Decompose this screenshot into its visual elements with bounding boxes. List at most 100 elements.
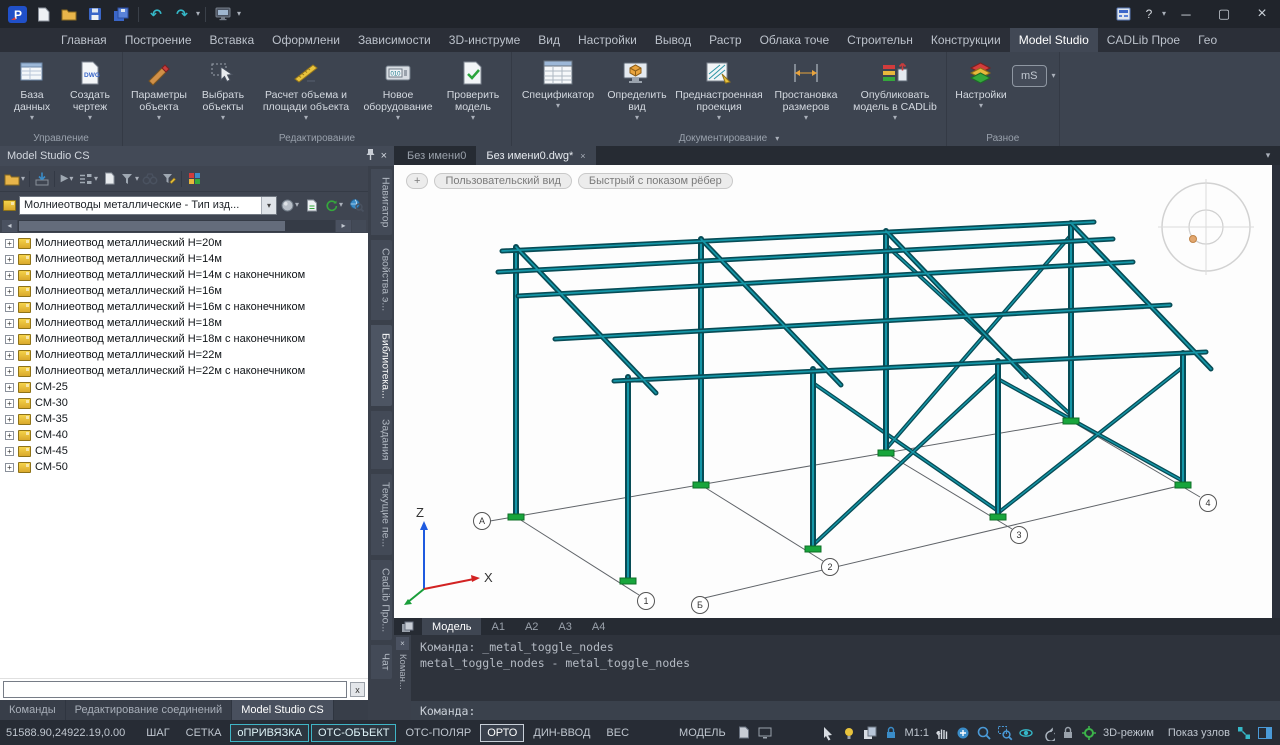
model-canvas[interactable]: А 1 Б 2 3 4 bbox=[394, 165, 1272, 618]
web-search-button[interactable] bbox=[347, 195, 365, 215]
view-name-button[interactable]: Пользовательский вид bbox=[434, 173, 571, 189]
new-equipment-button[interactable]: 010 Новое оборудование ▾ bbox=[358, 55, 438, 131]
tab-redaktirovanie-soedineniy[interactable]: Редактирование соединений bbox=[66, 700, 233, 720]
tab-komandy[interactable]: Команды bbox=[0, 700, 66, 720]
tab-geo[interactable]: Гео bbox=[1189, 28, 1226, 52]
catalog-type-combo[interactable]: Молниеотводы металлические - Тип изд... … bbox=[19, 196, 277, 215]
side-tab-tasks[interactable]: Задания bbox=[371, 411, 392, 469]
expand-icon[interactable]: + bbox=[5, 303, 14, 312]
scroll-left-icon[interactable]: ◂ bbox=[2, 220, 17, 232]
database-button[interactable]: База данных ▾ bbox=[3, 55, 61, 131]
ui-lock-icon[interactable] bbox=[882, 723, 901, 742]
expand-icon[interactable]: + bbox=[5, 255, 14, 264]
layout-sheets-icon[interactable] bbox=[394, 618, 422, 635]
toggle-snap[interactable]: ШАГ bbox=[139, 724, 176, 742]
tree-item[interactable]: +Молниеотвод металлический H=16м bbox=[0, 283, 368, 299]
layout-tab-a4[interactable]: А4 bbox=[582, 618, 615, 635]
redo-dropdown-icon[interactable]: ▾ bbox=[196, 10, 200, 18]
open-file-button[interactable] bbox=[57, 3, 81, 25]
tree-item[interactable]: +Молниеотвод металлический H=18м с након… bbox=[0, 331, 368, 347]
layout-switch-icon[interactable] bbox=[735, 723, 754, 742]
save-button[interactable] bbox=[83, 3, 107, 25]
side-tab-properties[interactable]: Свойства э... bbox=[371, 240, 392, 319]
tree-item[interactable]: +СМ-25 bbox=[0, 379, 368, 395]
markers-button[interactable] bbox=[185, 169, 203, 189]
tab-konstruktsii[interactable]: Конструкции bbox=[922, 28, 1010, 52]
dialog-launcher-icon[interactable]: ▾ bbox=[775, 135, 779, 143]
orbit-icon[interactable] bbox=[1017, 723, 1036, 742]
clean-screen-icon[interactable] bbox=[756, 723, 775, 742]
import-button[interactable] bbox=[33, 169, 51, 189]
expand-icon[interactable]: + bbox=[5, 447, 14, 456]
side-tab-chat[interactable]: Чат bbox=[371, 645, 392, 678]
annotation-scale[interactable]: М1:1 bbox=[903, 727, 931, 739]
settings-button[interactable]: Настройки ▾ bbox=[950, 55, 1012, 131]
layout-tab-a3[interactable]: А3 bbox=[548, 618, 581, 635]
navigation-wheel[interactable] bbox=[1158, 179, 1254, 275]
volume-area-button[interactable]: Расчет объема и площади объекта ▾ bbox=[254, 55, 358, 131]
tab-vid[interactable]: Вид bbox=[529, 28, 569, 52]
check-model-button[interactable]: Проверить модель ▾ bbox=[438, 55, 508, 131]
side-tab-cadlib[interactable]: CadLib Про... bbox=[371, 560, 392, 640]
help-button[interactable]: ? bbox=[1138, 7, 1160, 21]
dimensions-button[interactable]: Простановка размеров ▾ bbox=[765, 55, 847, 131]
layout-tab-model[interactable]: Модель bbox=[422, 618, 481, 635]
toggle-osnap[interactable]: оПРИВЯЗКА bbox=[230, 724, 309, 742]
tree-item[interactable]: +Молниеотвод металлический H=14м bbox=[0, 251, 368, 267]
redo-button[interactable]: ↷ bbox=[170, 3, 194, 25]
zoom-in-icon[interactable] bbox=[975, 723, 994, 742]
tab-stroitelnye[interactable]: Строительн bbox=[838, 28, 922, 52]
tab-vstavka[interactable]: Вставка bbox=[201, 28, 264, 52]
open-library-button[interactable]: ▾ bbox=[3, 169, 26, 189]
preset-projection-button[interactable]: Преднастроенная проекция ▾ bbox=[673, 55, 765, 131]
tree-item[interactable]: +Молниеотвод металлический H=20м bbox=[0, 235, 368, 251]
clear-input-button[interactable]: x bbox=[350, 682, 365, 697]
doc-tabs-dropdown-icon[interactable]: ▾ bbox=[1256, 146, 1280, 165]
panel-toggle-icon[interactable] bbox=[1255, 723, 1274, 742]
tree-item[interactable]: +Молниеотвод металлический H=18м bbox=[0, 315, 368, 331]
3d-mode-icon[interactable] bbox=[1080, 723, 1099, 742]
pan-hand-icon[interactable] bbox=[933, 723, 952, 742]
scroll-right-icon[interactable]: ▸ bbox=[336, 220, 351, 232]
create-drawing-button[interactable]: DWG Создать чертеж ▾ bbox=[61, 55, 119, 131]
side-tab-navigator[interactable]: Навигатор bbox=[371, 169, 392, 235]
expand-icon[interactable]: + bbox=[5, 431, 14, 440]
tab-zavisimosti[interactable]: Зависимости bbox=[349, 28, 440, 52]
expand-icon[interactable]: + bbox=[5, 383, 14, 392]
maximize-button[interactable]: ▢ bbox=[1206, 0, 1242, 28]
command-input-line[interactable]: Команда: bbox=[411, 701, 1280, 720]
view-mode-button[interactable]: ▾ bbox=[77, 169, 99, 189]
new-file-button[interactable] bbox=[31, 3, 55, 25]
tab-model-studio-cs[interactable]: Model Studio CS bbox=[232, 700, 334, 720]
doc-tab-2[interactable]: Без имени0.dwg*× bbox=[476, 146, 595, 165]
tab-vyvod[interactable]: Вывод bbox=[646, 28, 700, 52]
toggle-lineweight[interactable]: ВЕС bbox=[599, 724, 636, 742]
doc-tab-1[interactable]: Без имени0 bbox=[397, 146, 476, 165]
save-all-button[interactable] bbox=[109, 3, 133, 25]
close-button[interactable]: × bbox=[1244, 0, 1280, 28]
combo-dropdown-icon[interactable]: ▾ bbox=[261, 197, 276, 214]
command-close-icon[interactable]: × bbox=[396, 637, 409, 650]
palette-hscrollbar[interactable]: ◂ ▸ bbox=[0, 218, 368, 233]
material-button[interactable]: ▾ bbox=[280, 195, 300, 215]
app-logo[interactable]: P bbox=[5, 3, 29, 25]
show-nodes-icon[interactable] bbox=[1234, 723, 1253, 742]
drawing-viewport[interactable]: + Пользовательский вид Быстрый с показом… bbox=[394, 165, 1272, 618]
toggle-grid[interactable]: СЕТКА bbox=[179, 724, 229, 742]
expand-icon[interactable]: + bbox=[5, 287, 14, 296]
expand-icon[interactable]: + bbox=[5, 367, 14, 376]
screen-mode-dropdown-icon[interactable]: ▾ bbox=[237, 10, 241, 18]
lock-icon[interactable] bbox=[1059, 723, 1078, 742]
expand-icon[interactable]: + bbox=[5, 335, 14, 344]
zoom-window-icon[interactable] bbox=[996, 723, 1015, 742]
tree-item[interactable]: +Молниеотвод металлический H=16м с након… bbox=[0, 299, 368, 315]
3d-mode-button[interactable]: 3D-режим bbox=[1101, 727, 1156, 739]
tab-postroenie[interactable]: Построение bbox=[116, 28, 201, 52]
object-params-button[interactable]: Параметры объекта ▾ bbox=[126, 55, 192, 131]
screen-mode-button[interactable] bbox=[211, 3, 235, 25]
quick-select-icon[interactable] bbox=[819, 723, 838, 742]
expand-icon[interactable]: + bbox=[5, 351, 14, 360]
model-space-button[interactable]: МОДЕЛЬ bbox=[672, 724, 733, 742]
library-tree[interactable]: +Молниеотвод металлический H=20м +Молние… bbox=[0, 233, 368, 678]
minimize-button[interactable]: ─ bbox=[1168, 0, 1204, 28]
